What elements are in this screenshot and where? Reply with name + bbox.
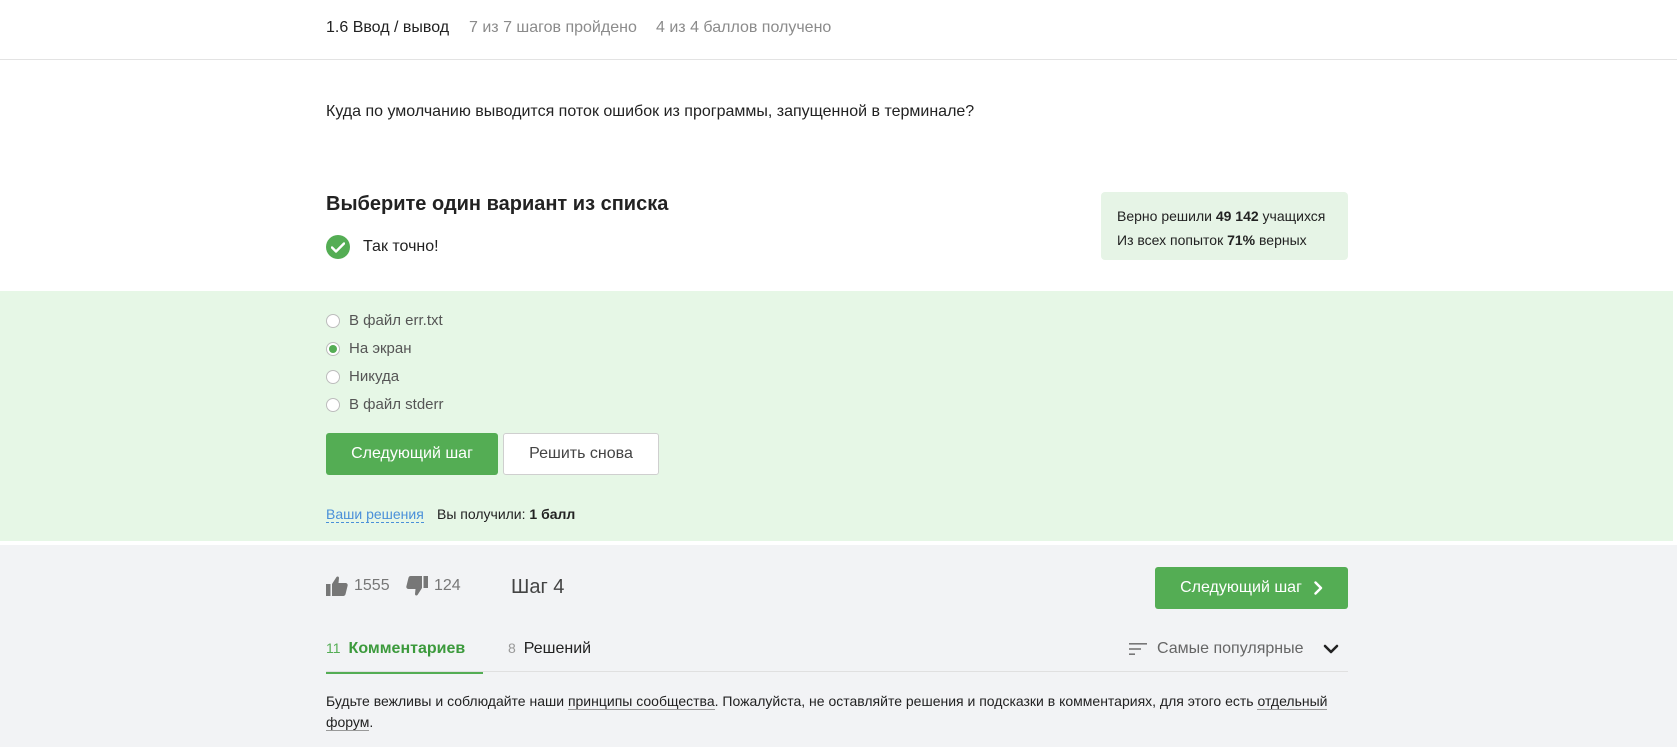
answers-area [0, 291, 1673, 541]
sort-icon [1129, 643, 1147, 655]
stats-correct: Из всех попыток 71% верных [1117, 228, 1332, 252]
your-solutions-link[interactable]: Ваши решения [326, 506, 424, 523]
result-label: Так точно! [363, 238, 439, 255]
answer-option[interactable]: В файл stderr [326, 396, 444, 413]
thumbs-down-icon [406, 576, 428, 596]
stats-correct-suffix: верных [1255, 232, 1307, 248]
result-message: Так точно! [326, 235, 439, 259]
community-rules-link[interactable]: принципы сообщества [567, 693, 715, 710]
tab-solutions[interactable]: 8 Решений [508, 640, 591, 658]
solutions-count: 8 [508, 640, 516, 656]
radio-button[interactable] [326, 397, 340, 412]
points-received: Вы получили: 1 балл [437, 506, 575, 522]
chevron-down-icon [1323, 644, 1339, 654]
comments-tab-label: Комментариев [348, 640, 466, 657]
notice-text-2: . Пожалуйста, не оставляйте решения и по… [714, 693, 1258, 709]
answer-option[interactable]: Никуда [326, 368, 399, 385]
notice-text-1: Будьте вежливы и соблюдайте наши [326, 693, 568, 709]
community-notice: Будьте вежливы и соблюдайте наши принцип… [326, 691, 1356, 733]
thumbs-up-icon [326, 576, 348, 596]
stats-correct-prefix: Из всех попыток [1117, 232, 1228, 248]
answer-option[interactable]: На экран [326, 340, 412, 357]
chevron-right-icon [1314, 581, 1323, 595]
like-button[interactable]: 1555 [326, 576, 390, 596]
next-step-footer-label: Следующий шаг [1180, 579, 1302, 596]
score-progress: 4 из 4 баллов получено [656, 19, 832, 36]
dislike-button[interactable]: 124 [406, 576, 461, 596]
check-circle-icon [326, 235, 350, 259]
steps-progress: 7 из 7 шагов пройдено [469, 19, 637, 36]
sort-dropdown[interactable]: Самые популярные [1129, 640, 1339, 658]
retry-button[interactable]: Решить снова [503, 433, 659, 475]
stats-solved-prefix: Верно решили [1117, 208, 1216, 224]
answer-option[interactable]: В файл err.txt [326, 312, 443, 329]
option-label: Никуда [349, 368, 400, 385]
tab-comments[interactable]: 11 Комментариев [326, 640, 483, 674]
option-label: В файл err.txt [349, 312, 443, 329]
next-step-button[interactable]: Следующий шаг [326, 433, 498, 475]
stats-solved-count: 49 142 [1215, 208, 1259, 224]
stats-box: Верно решили 49 142 учащихся Из всех поп… [1101, 192, 1348, 260]
likes-count: 1555 [354, 577, 390, 594]
instruction-heading: Выберите один вариант из списка [326, 193, 669, 215]
stats-solved: Верно решили 49 142 учащихся [1117, 204, 1332, 228]
step-label: Шаг 4 [511, 576, 565, 598]
points-prefix: Вы получили: [437, 506, 530, 522]
option-label: В файл stderr [349, 396, 444, 413]
next-step-footer-button[interactable]: Следующий шаг [1155, 567, 1348, 609]
option-label: На экран [349, 340, 412, 357]
tabs-divider [326, 671, 1348, 672]
solutions-tab-label: Решений [523, 640, 592, 657]
sort-label: Самые популярные [1157, 640, 1304, 657]
dislikes-count: 124 [434, 577, 461, 594]
stats-solved-suffix: учащихся [1258, 208, 1326, 224]
lesson-header: 1.6 Ввод / вывод 7 из 7 шагов пройдено 4… [0, 0, 1677, 60]
radio-button[interactable] [326, 369, 340, 384]
radio-button-selected[interactable] [326, 341, 340, 356]
points-value: 1 балл [529, 506, 576, 522]
stats-correct-pct: 71% [1227, 232, 1256, 248]
comments-count: 11 [326, 640, 341, 656]
notice-text-3: . [369, 714, 374, 730]
question-text: Куда по умолчанию выводится поток ошибок… [326, 103, 975, 120]
radio-button[interactable] [326, 313, 340, 328]
lesson-title[interactable]: 1.6 Ввод / вывод [326, 19, 449, 37]
